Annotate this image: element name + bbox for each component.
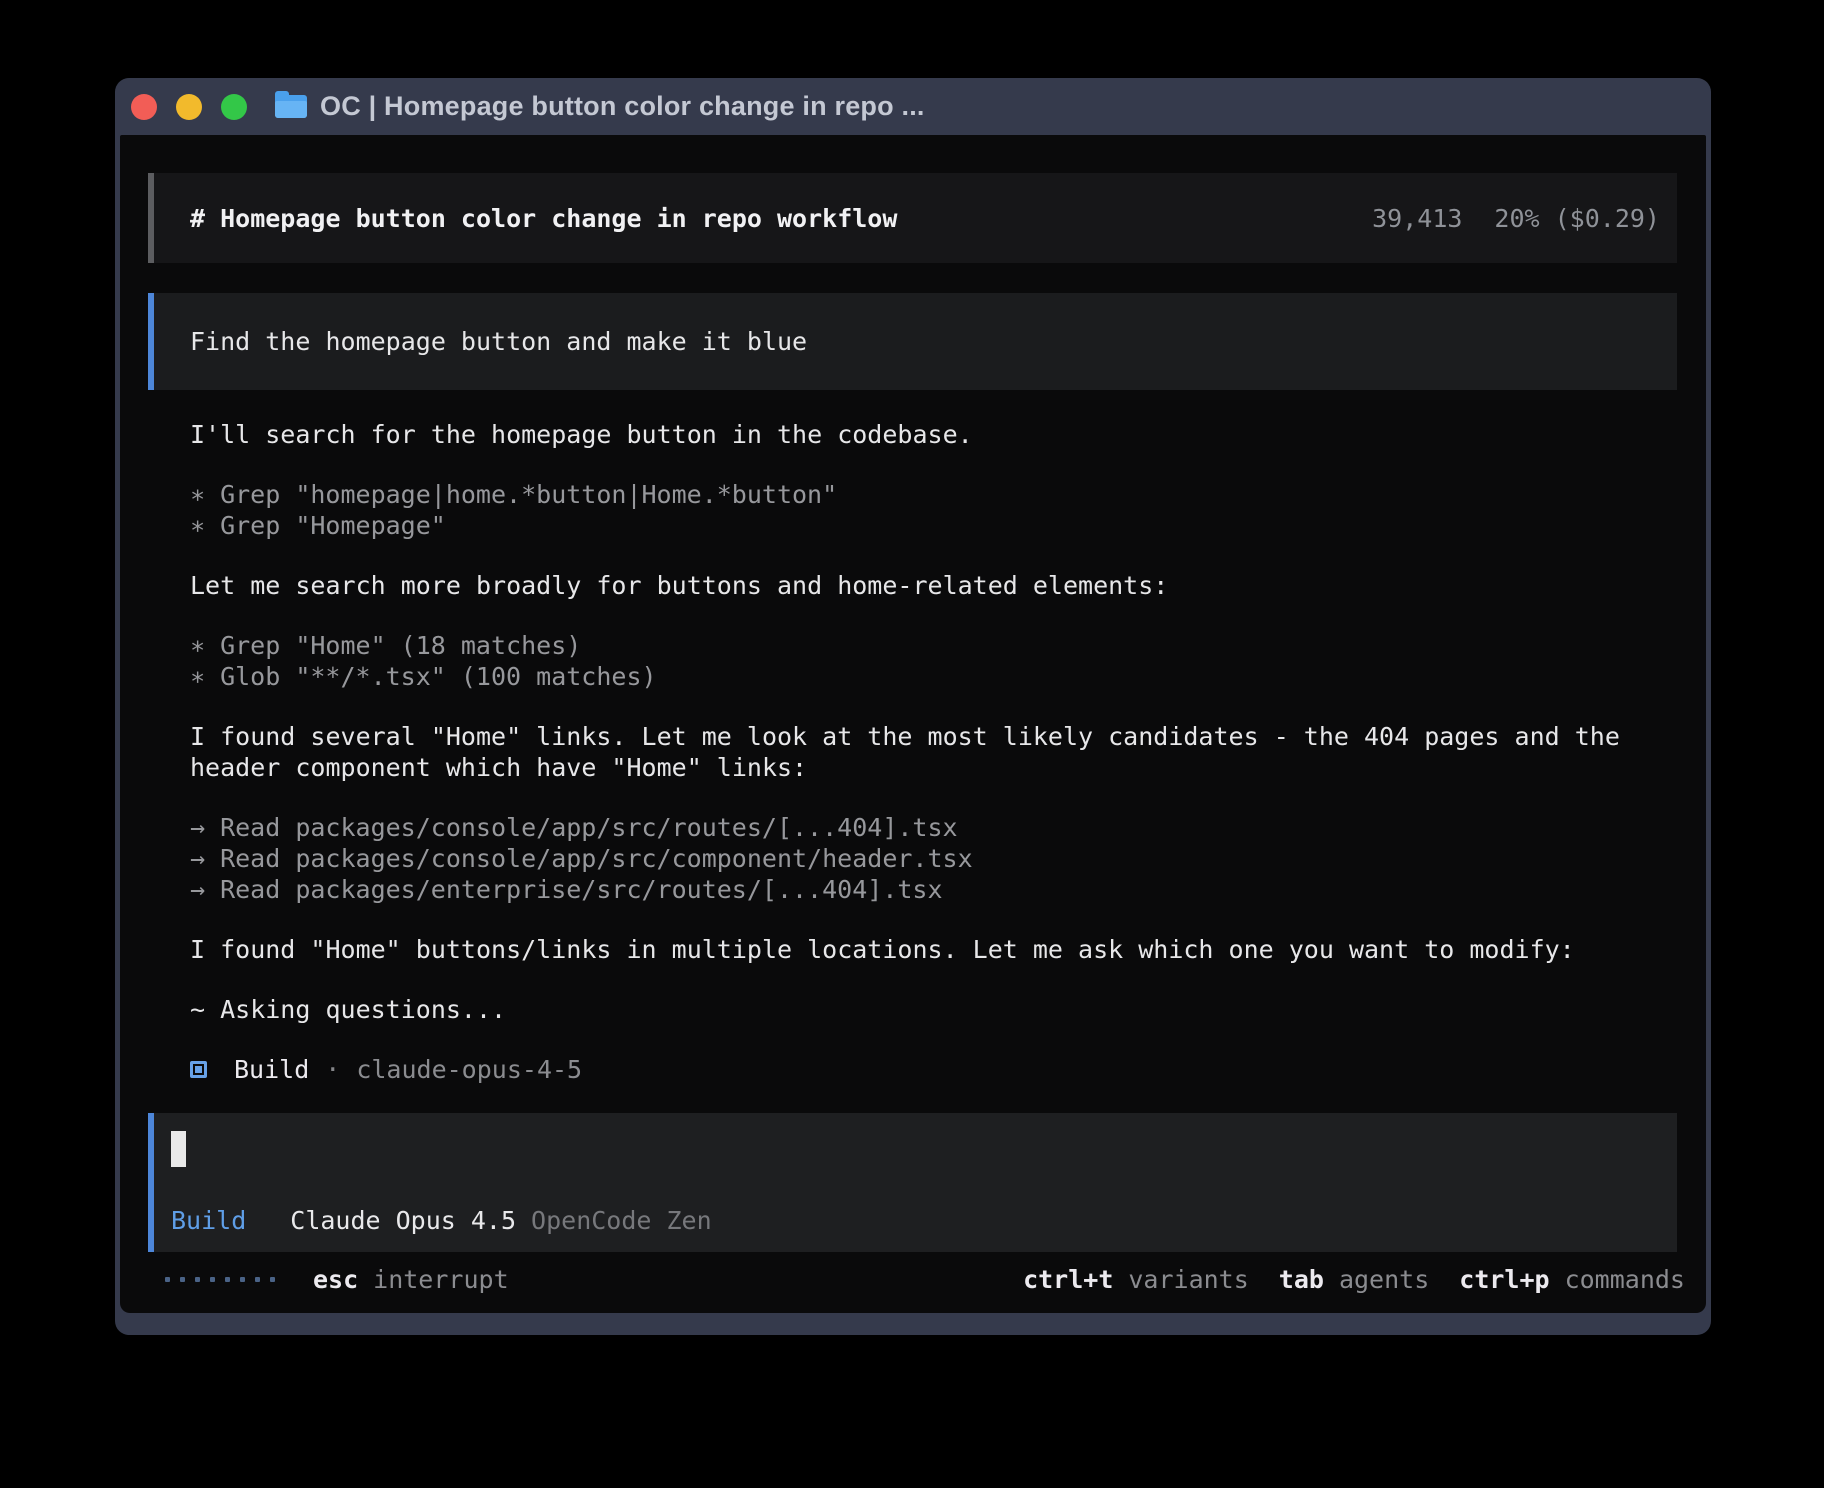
spinner-dots-icon [165,1277,275,1282]
context-usage: 20% ($0.29) [1494,203,1660,234]
input-mode: Build [171,1205,246,1236]
user-message: Find the homepage button and make it blu… [148,293,1677,390]
keyboard-hints: ctrl+t variants tab agents ctrl+p comman… [1023,1264,1685,1295]
token-count: 39,413 [1372,203,1462,234]
tool-call-label: Grep "homepage|home.*button|Home.*button… [220,479,837,510]
hint-agents: tab agents [1279,1264,1429,1295]
zoom-button[interactable] [221,94,247,120]
assistant-message: Let me search more broadly for buttons a… [190,570,1672,601]
assistant-message: I found "Home" buttons/links in multiple… [190,934,1672,965]
tool-call: ∗ Grep "homepage|home.*button|Home.*butt… [190,479,1672,510]
hint-commands: ctrl+p commands [1459,1264,1685,1295]
read-call: → Read packages/console/app/src/routes/[… [190,812,1672,843]
read-call-label: Read packages/console/app/src/routes/[..… [220,812,958,843]
agent-name: Build [234,1054,309,1085]
arrow-right-icon: → [190,843,205,874]
esc-hint: esc interrupt [313,1264,509,1295]
agent-square-icon [190,1061,207,1078]
input-provider: OpenCode Zen [531,1205,712,1236]
asking-status: ~ Asking questions... [190,994,1672,1025]
tool-call-group: ∗ Grep "Home" (18 matches) ∗ Glob "**/*.… [190,630,1672,692]
tool-call: ∗ Glob "**/*.tsx" (100 matches) [190,661,1672,692]
input-mode-line: Build Claude Opus 4.5 OpenCode Zen [171,1205,1641,1236]
arrow-right-icon: → [190,812,205,843]
tool-call: ∗ Grep "Home" (18 matches) [190,630,1672,661]
user-message-text: Find the homepage button and make it blu… [190,326,807,357]
agent-status-line: Build · claude-opus-4-5 [190,1054,1706,1085]
asterisk-icon: ∗ [190,479,205,510]
asterisk-icon: ∗ [190,510,205,541]
status-bar: esc interrupt ctrl+t variants tab agents… [165,1264,1685,1295]
esc-label: interrupt [373,1264,508,1295]
terminal-content: # Homepage button color change in repo w… [120,135,1706,1313]
session-header: # Homepage button color change in repo w… [148,173,1677,263]
read-call-group: → Read packages/console/app/src/routes/[… [190,812,1672,905]
tool-call: ∗ Grep "Homepage" [190,510,1672,541]
read-call-label: Read packages/enterprise/src/routes/[...… [220,874,942,905]
read-call-label: Read packages/console/app/src/component/… [220,843,973,874]
tool-call-group: ∗ Grep "homepage|home.*button|Home.*butt… [190,479,1672,541]
tool-call-label: Grep "Homepage" [220,510,446,541]
agent-model: claude-opus-4-5 [356,1054,582,1085]
terminal-window: OC | Homepage button color change in rep… [115,78,1711,1335]
tool-call-label: Glob "**/*.tsx" (100 matches) [220,661,657,692]
minimize-button[interactable] [176,94,202,120]
session-stats: 39,413 20% ($0.29) [1372,203,1660,234]
hint-variants: ctrl+t variants [1023,1264,1249,1295]
traffic-lights [131,94,247,120]
arrow-right-icon: → [190,874,205,905]
input-model: Claude Opus 4.5 [290,1205,516,1236]
prompt-input[interactable]: Build Claude Opus 4.5 OpenCode Zen [148,1113,1677,1252]
assistant-message: I found several "Home" links. Let me loo… [190,721,1672,783]
read-call: → Read packages/console/app/src/componen… [190,843,1672,874]
text-cursor [171,1131,186,1167]
folder-icon [275,95,307,118]
asterisk-icon: ∗ [190,630,205,661]
assistant-message: I'll search for the homepage button in t… [190,419,1672,450]
asterisk-icon: ∗ [190,661,205,692]
agent-separator: · [325,1054,340,1085]
title-bar[interactable]: OC | Homepage button color change in rep… [115,78,1711,135]
tool-call-label: Grep "Home" (18 matches) [220,630,581,661]
close-button[interactable] [131,94,157,120]
read-call: → Read packages/enterprise/src/routes/[.… [190,874,1672,905]
esc-key: esc [313,1264,358,1295]
window-title: OC | Homepage button color change in rep… [320,91,925,122]
session-title: # Homepage button color change in repo w… [190,203,897,234]
